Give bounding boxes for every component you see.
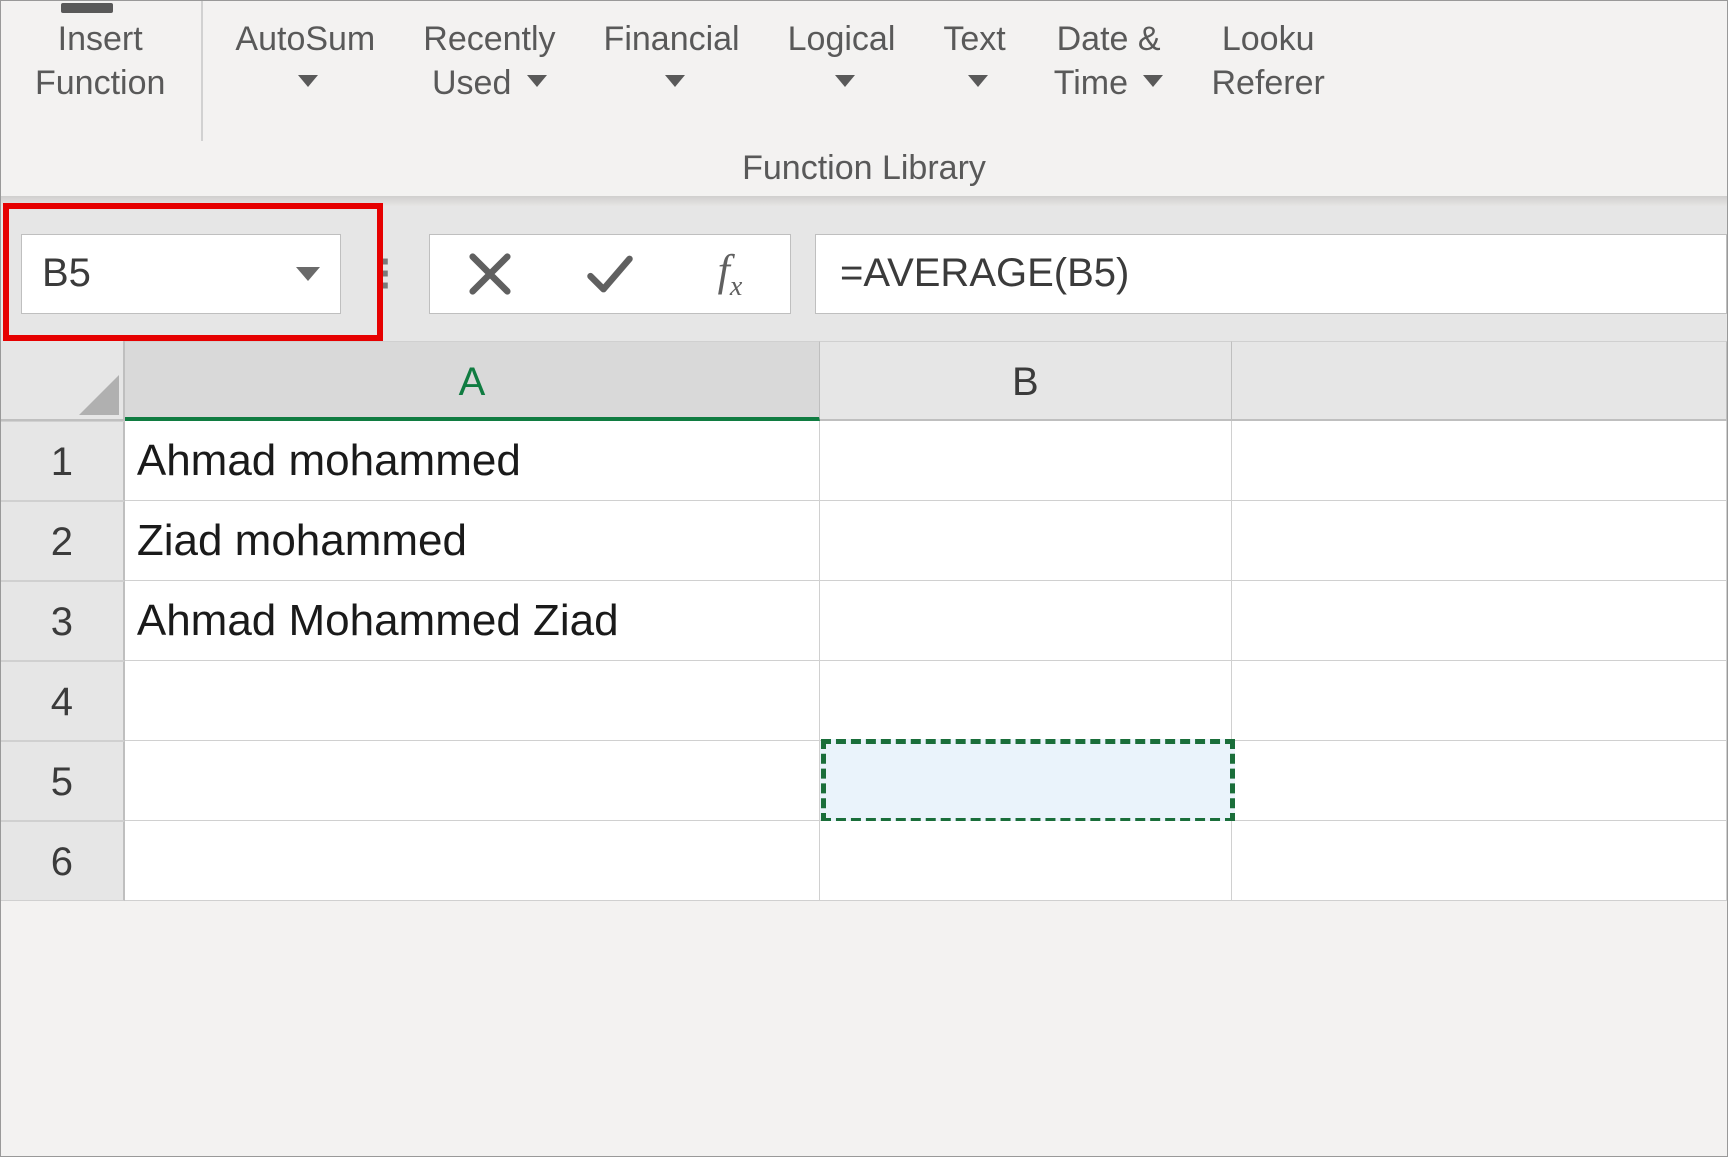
cell-B6[interactable] — [820, 821, 1232, 901]
table-row: 4 — [1, 661, 1727, 741]
lookup-reference-label-1: Looku — [1211, 17, 1324, 61]
column-header-A[interactable]: A — [125, 341, 820, 421]
column-header-B[interactable]: B — [820, 341, 1232, 421]
cell-A5[interactable] — [125, 741, 820, 821]
cell-B2[interactable] — [820, 501, 1232, 581]
cell-B4[interactable] — [820, 661, 1232, 741]
select-all-triangle-icon — [79, 375, 119, 415]
financial-label: Financial — [604, 17, 740, 61]
row-header-3[interactable]: 3 — [1, 581, 125, 661]
ribbon-function-library-group: Insert Function AutoSum Recently Used Fi… — [1, 1, 1727, 146]
table-row: 1 Ahmad mohammed — [1, 421, 1727, 501]
lookup-reference-button[interactable]: Looku Referer — [1187, 17, 1324, 105]
cell-A1[interactable]: Ahmad mohammed — [125, 421, 820, 501]
formula-input[interactable]: =AVERAGE(B5) — [815, 234, 1727, 314]
row-header-1[interactable]: 1 — [1, 421, 125, 501]
cell-C6[interactable] — [1232, 821, 1727, 901]
spreadsheet-grid[interactable]: A B 1 Ahmad mohammed 2 Ziad mohammed 3 A… — [1, 341, 1727, 901]
formula-input-value: =AVERAGE(B5) — [840, 251, 1129, 296]
check-icon — [584, 248, 636, 300]
insert-function-label-1: Insert — [35, 17, 165, 61]
insert-function-fx-button[interactable]: fx — [670, 235, 790, 313]
cell-B3[interactable] — [820, 581, 1232, 661]
chevron-down-icon — [835, 75, 855, 87]
table-row: 5 — [1, 741, 1727, 821]
logical-label: Logical — [788, 17, 896, 61]
text-label: Text — [943, 17, 1005, 61]
autosum-label: AutoSum — [235, 17, 375, 61]
name-box[interactable]: B5 — [21, 234, 341, 314]
autosum-button[interactable]: AutoSum — [211, 17, 399, 105]
table-row: 2 Ziad mohammed — [1, 501, 1727, 581]
table-row: 3 Ahmad Mohammed Ziad — [1, 581, 1727, 661]
cell-A4[interactable] — [125, 661, 820, 741]
fx-icon: fx — [718, 245, 743, 303]
fx-icon — [61, 3, 113, 13]
chevron-down-icon — [968, 75, 988, 87]
cell-C5[interactable] — [1232, 741, 1727, 821]
column-header-C[interactable] — [1232, 341, 1727, 421]
cell-C1[interactable] — [1232, 421, 1727, 501]
row-header-6[interactable]: 6 — [1, 821, 125, 901]
select-all-corner[interactable] — [1, 341, 125, 421]
cell-A3[interactable]: Ahmad Mohammed Ziad — [125, 581, 820, 661]
chevron-down-icon[interactable] — [296, 267, 320, 281]
insert-function-button[interactable]: Insert Function — [11, 17, 189, 105]
cell-C2[interactable] — [1232, 501, 1727, 581]
name-box-value: B5 — [42, 251, 91, 296]
cell-A2[interactable]: Ziad mohammed — [125, 501, 820, 581]
formula-bar-grip[interactable]: ··· — [371, 256, 401, 292]
ribbon-separator — [201, 1, 203, 141]
formula-bar-buttons: fx — [429, 234, 791, 314]
date-time-button[interactable]: Date & Time — [1030, 17, 1188, 105]
column-header-row: A B — [1, 341, 1727, 421]
ribbon-group-caption: Function Library — [1, 149, 1727, 188]
cell-C3[interactable] — [1232, 581, 1727, 661]
row-header-2[interactable]: 2 — [1, 501, 125, 581]
table-row: 6 — [1, 821, 1727, 901]
ribbon-bottom-shadow — [1, 196, 1727, 206]
formula-bar: B5 ··· fx =AVERAGE(B5) — [1, 206, 1727, 341]
financial-button[interactable]: Financial — [580, 17, 764, 105]
x-icon — [464, 248, 516, 300]
marching-ants-selection — [821, 739, 1235, 823]
cancel-button[interactable] — [430, 235, 550, 313]
insert-function-label-2: Function — [35, 61, 165, 105]
recently-used-label-1: Recently — [423, 17, 555, 61]
ribbon: Insert Function AutoSum Recently Used Fi… — [1, 1, 1727, 196]
date-time-label-2: Time — [1054, 64, 1128, 102]
chevron-down-icon — [298, 75, 318, 87]
chevron-down-icon — [665, 75, 685, 87]
text-button[interactable]: Text — [919, 17, 1029, 105]
lookup-reference-label-2: Referer — [1211, 61, 1324, 105]
recently-used-label-2: Used — [432, 64, 511, 102]
cell-A6[interactable] — [125, 821, 820, 901]
date-time-label-1: Date & — [1054, 17, 1164, 61]
row-header-5[interactable]: 5 — [1, 741, 125, 821]
enter-button[interactable] — [550, 235, 670, 313]
chevron-down-icon — [527, 75, 547, 87]
logical-button[interactable]: Logical — [764, 17, 920, 105]
row-header-4[interactable]: 4 — [1, 661, 125, 741]
chevron-down-icon — [1143, 75, 1163, 87]
cell-C4[interactable] — [1232, 661, 1727, 741]
recently-used-button[interactable]: Recently Used — [399, 17, 579, 105]
cell-B1[interactable] — [820, 421, 1232, 501]
